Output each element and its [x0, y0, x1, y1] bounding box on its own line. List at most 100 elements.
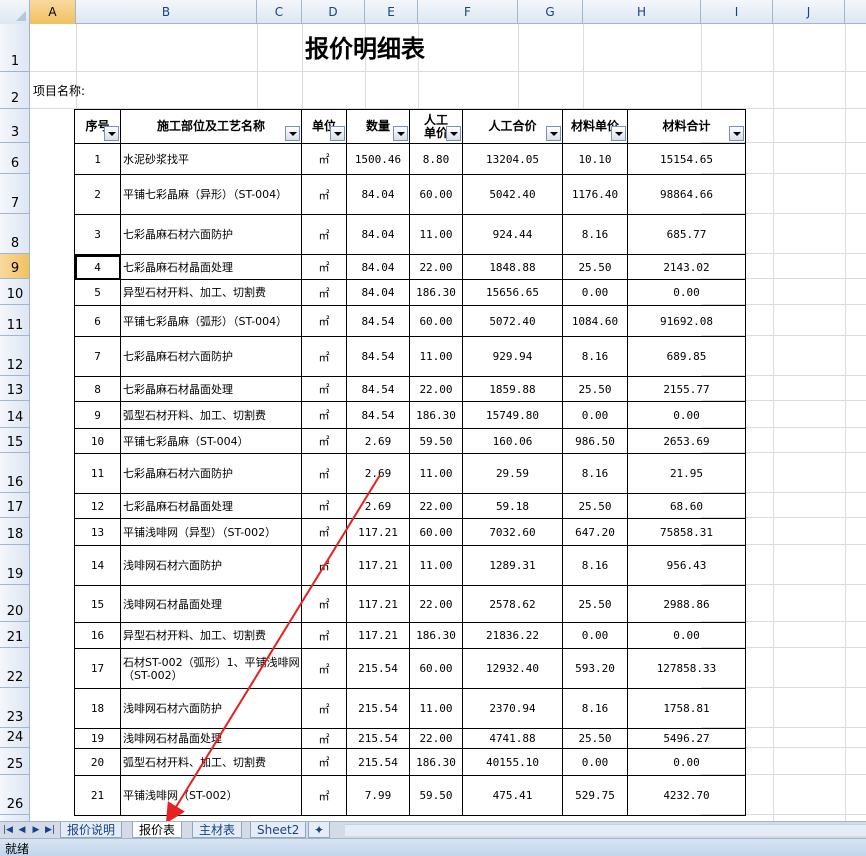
table-cell[interactable]: 12932.40 — [462, 648, 563, 689]
table-cell[interactable]: 215.54 — [346, 688, 410, 729]
table-cell[interactable]: 平铺七彩晶麻（异形）（ST-004） — [120, 174, 302, 215]
table-cell[interactable]: ㎡ — [301, 585, 347, 623]
table-cell[interactable]: 11.00 — [409, 545, 463, 586]
table-cell[interactable]: 七彩晶麻石材晶面处理 — [120, 493, 302, 519]
row-header[interactable]: 12 — [0, 336, 29, 376]
table-cell[interactable]: 475.41 — [462, 775, 563, 816]
column-header-f[interactable]: F — [418, 0, 518, 24]
table-cell[interactable]: ㎡ — [301, 545, 347, 586]
next-sheet-icon[interactable]: ▶ — [30, 824, 42, 836]
table-cell[interactable]: 59.50 — [409, 428, 463, 454]
table-cell[interactable]: 2653.69 — [627, 428, 746, 454]
table-cell[interactable]: 186.30 — [409, 748, 463, 776]
table-cell[interactable]: 13204.05 — [462, 143, 563, 175]
table-cell[interactable]: 84.54 — [346, 401, 410, 429]
table-cell[interactable]: 8 — [74, 376, 121, 402]
table-cell[interactable]: ㎡ — [301, 376, 347, 402]
table-cell[interactable]: 8.16 — [562, 688, 628, 729]
table-cell[interactable]: ㎡ — [301, 401, 347, 429]
table-cell[interactable]: 11.00 — [409, 453, 463, 494]
table-cell[interactable]: ㎡ — [301, 775, 347, 816]
table-cell[interactable]: ㎡ — [301, 453, 347, 494]
table-cell[interactable]: 647.20 — [562, 518, 628, 546]
table-cell[interactable]: 40155.10 — [462, 748, 563, 776]
table-cell[interactable]: 15656.65 — [462, 279, 563, 306]
row-header[interactable]: 11 — [0, 305, 29, 336]
table-cell[interactable]: 16 — [74, 622, 121, 649]
table-cell[interactable]: 924.44 — [462, 214, 563, 255]
row-header[interactable]: 19 — [0, 545, 29, 585]
table-cell[interactable]: 1859.88 — [462, 376, 563, 402]
table-cell[interactable]: 平铺七彩晶麻（ST-004） — [120, 428, 302, 454]
row-header[interactable]: 18 — [0, 518, 29, 545]
table-cell[interactable]: ㎡ — [301, 748, 347, 776]
table-cell[interactable]: 2578.62 — [462, 585, 563, 623]
table-cell[interactable]: 七彩晶麻石材晶面处理 — [120, 254, 302, 280]
table-cell[interactable]: 84.04 — [346, 174, 410, 215]
row-header[interactable]: 3 — [0, 109, 29, 143]
table-cell[interactable]: 215.54 — [346, 648, 410, 689]
table-cell[interactable]: 七彩晶麻石材六面防护 — [120, 336, 302, 377]
row-header[interactable]: 22 — [0, 648, 29, 688]
table-cell[interactable]: 20 — [74, 748, 121, 776]
table-cell[interactable]: 22.00 — [409, 728, 463, 749]
table-cell[interactable]: 3 — [74, 214, 121, 255]
table-cell[interactable]: 29.59 — [462, 453, 563, 494]
table-cell[interactable]: ㎡ — [301, 305, 347, 337]
table-cell[interactable]: 593.20 — [562, 648, 628, 689]
table-cell[interactable]: 25.50 — [562, 376, 628, 402]
sheet-tab-materials[interactable]: 主材表 — [192, 822, 243, 838]
table-cell[interactable]: 21836.22 — [462, 622, 563, 649]
table-cell[interactable]: 98864.66 — [627, 174, 746, 215]
filter-dropdown-button[interactable] — [330, 126, 345, 141]
table-cell[interactable]: 七彩晶麻石材六面防护 — [120, 453, 302, 494]
table-cell[interactable]: 2.69 — [346, 428, 410, 454]
table-cell[interactable]: 11 — [74, 453, 121, 494]
table-cell[interactable]: 160.06 — [462, 428, 563, 454]
column-header-e[interactable]: E — [365, 0, 418, 24]
table-cell[interactable]: 25.50 — [562, 728, 628, 749]
table-cell[interactable]: 25.50 — [562, 254, 628, 280]
table-cell[interactable]: 60.00 — [409, 174, 463, 215]
table-cell[interactable]: 2370.94 — [462, 688, 563, 729]
table-cell[interactable]: 956.43 — [627, 545, 746, 586]
table-cell[interactable]: 1 — [74, 143, 121, 175]
table-cell[interactable]: 0.00 — [627, 748, 746, 776]
row-header[interactable]: 2 — [0, 72, 29, 109]
table-cell[interactable]: 2.69 — [346, 453, 410, 494]
table-cell[interactable]: 水泥砂浆找平 — [120, 143, 302, 175]
table-cell[interactable]: 186.30 — [409, 622, 463, 649]
table-cell[interactable]: 4232.70 — [627, 775, 746, 816]
row-header[interactable]: 15 — [0, 428, 29, 453]
sheet-tab-sheet2[interactable]: Sheet2 — [250, 822, 307, 838]
table-cell[interactable]: 21.95 — [627, 453, 746, 494]
table-cell[interactable]: 浅啡网石材六面防护 — [120, 545, 302, 586]
row-header[interactable]: 25 — [0, 748, 29, 775]
table-cell[interactable]: 1084.60 — [562, 305, 628, 337]
table-cell[interactable]: 186.30 — [409, 401, 463, 429]
table-cell[interactable]: 7032.60 — [462, 518, 563, 546]
table-cell[interactable]: 11.00 — [409, 688, 463, 729]
table-cell[interactable]: 1176.40 — [562, 174, 628, 215]
table-cell[interactable]: 68.60 — [627, 493, 746, 519]
table-cell[interactable]: 0.00 — [562, 401, 628, 429]
table-cell[interactable]: 84.04 — [346, 254, 410, 280]
filter-dropdown-button[interactable] — [446, 126, 461, 141]
sheet-tab-quote[interactable]: 报价表 — [132, 822, 183, 838]
table-cell[interactable]: 0.00 — [627, 279, 746, 306]
table-cell[interactable]: 15154.65 — [627, 143, 746, 175]
table-cell[interactable]: 12 — [74, 493, 121, 519]
table-cell[interactable]: 弧型石材开料、加工、切割费 — [120, 748, 302, 776]
table-cell[interactable]: 8.80 — [409, 143, 463, 175]
table-cell[interactable]: 22.00 — [409, 585, 463, 623]
table-cell[interactable]: 七彩晶麻石材六面防护 — [120, 214, 302, 255]
table-cell[interactable]: 7 — [74, 336, 121, 377]
row-header[interactable]: 8 — [0, 214, 29, 254]
row-header[interactable]: 1 — [0, 24, 29, 72]
table-cell[interactable]: 7.99 — [346, 775, 410, 816]
row-header[interactable]: 6 — [0, 143, 29, 174]
table-cell[interactable]: 七彩晶麻石材晶面处理 — [120, 376, 302, 402]
table-cell[interactable]: 2155.77 — [627, 376, 746, 402]
table-cell[interactable]: ㎡ — [301, 174, 347, 215]
table-cell[interactable]: 215.54 — [346, 748, 410, 776]
